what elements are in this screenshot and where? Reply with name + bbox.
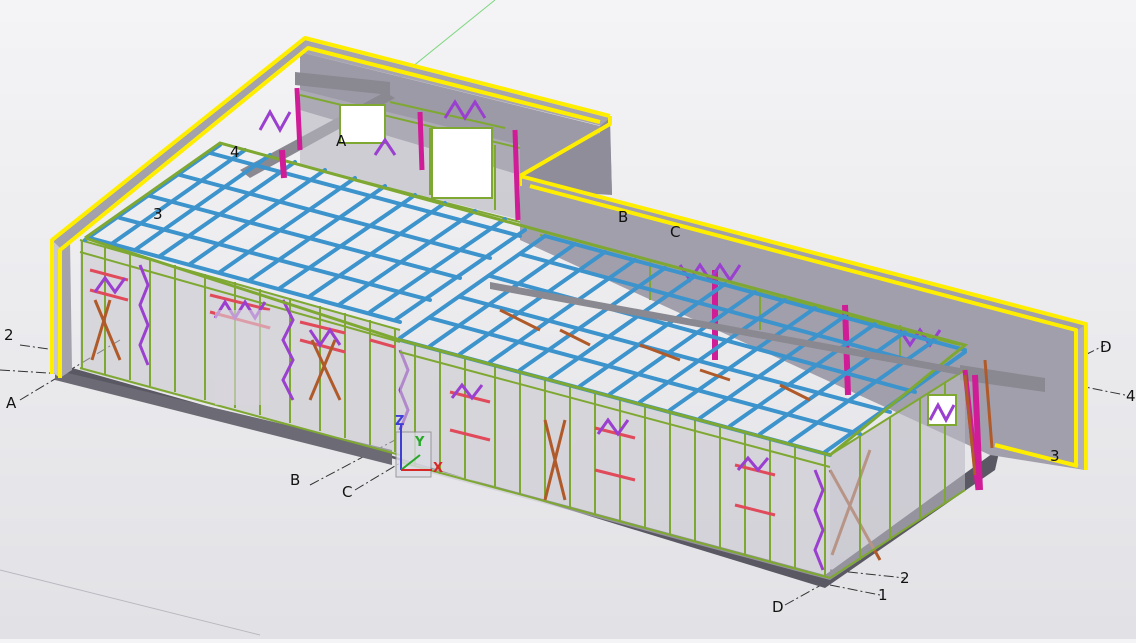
grid-label-c: C [342,483,352,501]
model-viewport[interactable]: Z Y X A A B B C C D D 2 2 4 4 3 3 1 [0,0,1136,639]
grid-label-b: B [290,471,300,489]
axis-y-label: Y [414,435,425,450]
grid-label-d: D [772,598,784,616]
grid-label-a: A [6,394,17,412]
grid-label-4: 4 [1126,387,1136,405]
3d-model-view: Z Y X A A B B C C D D 2 2 4 4 3 3 1 [0,0,1136,636]
grid-label-b: B [618,208,628,226]
grid-label-2: 2 [4,326,14,344]
grid-label-d: D [1100,338,1112,356]
grid-label-3: 3 [1050,447,1060,465]
grid-label-c: C [670,223,680,241]
window-opening [339,104,386,144]
axis-z-label: Z [395,414,404,429]
grid-label-1: 1 [878,586,888,604]
grid-label-a: A [336,132,347,150]
grid-label-3: 3 [153,205,163,223]
grid-label-4: 4 [230,143,240,161]
grid-label-2: 2 [900,569,910,587]
window-opening [431,127,493,199]
axis-x-label: X [433,461,443,476]
construction-line [0,569,261,636]
